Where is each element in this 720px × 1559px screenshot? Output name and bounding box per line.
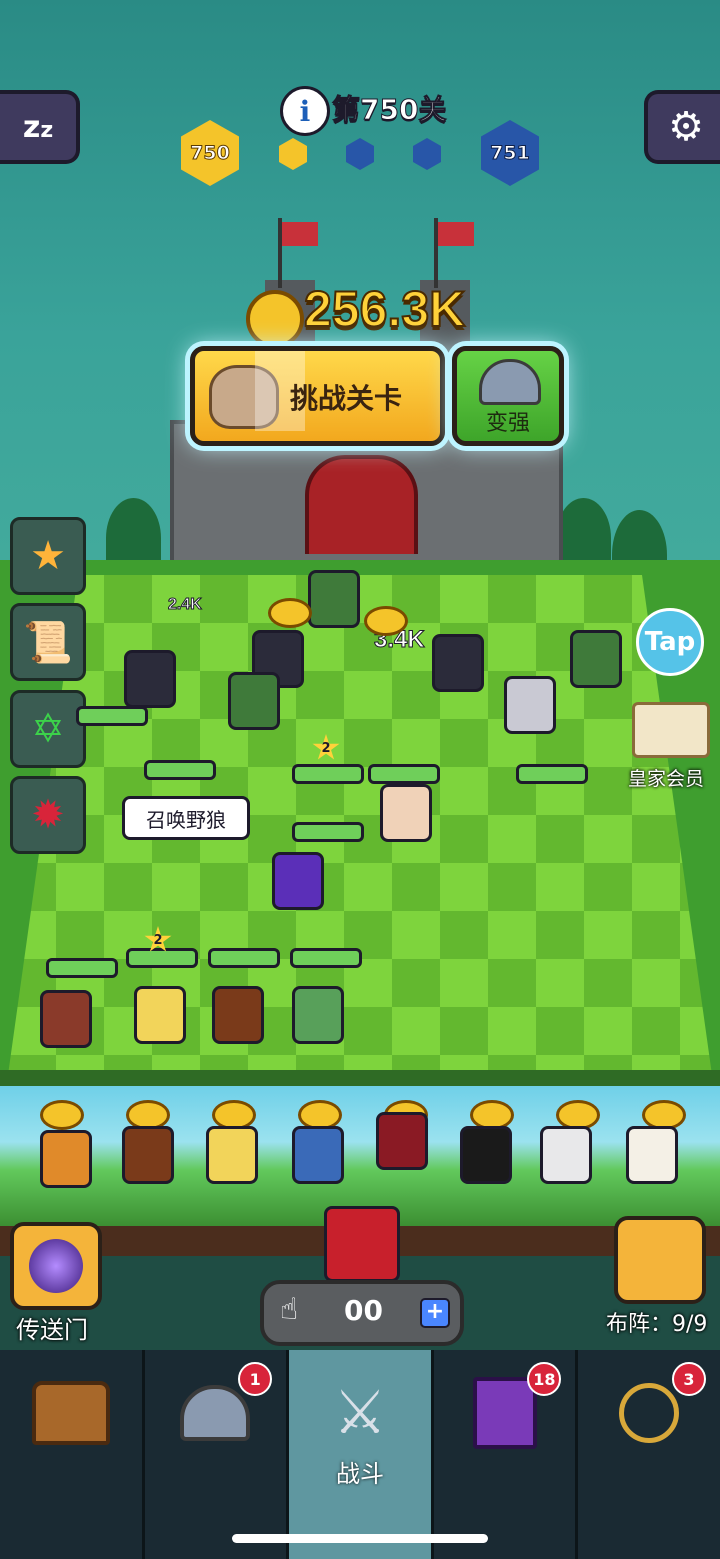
bench-unit[interactable] (206, 1126, 258, 1184)
health-bar (292, 764, 364, 784)
viking-helmet-icon (479, 359, 541, 405)
bench-unit[interactable] (376, 1112, 428, 1170)
home-indicator[interactable] (232, 1534, 488, 1543)
portal-button[interactable] (10, 1222, 102, 1310)
faction-button[interactable]: ✹ (10, 776, 86, 854)
portal-icon (29, 1239, 83, 1293)
royal-membership-card-icon[interactable] (632, 702, 710, 758)
enemy-unit (504, 676, 556, 734)
summon-count: 00 (344, 1294, 383, 1327)
castle-flag (282, 222, 318, 246)
nav-battle-label: 战斗 (335, 1460, 384, 1488)
health-bar (292, 822, 364, 842)
enemy-unit (124, 650, 176, 708)
formation-label: 布阵：9/9 (606, 1312, 708, 1337)
bench-coin-icon (40, 1100, 84, 1130)
castle-flag (438, 222, 474, 246)
ally-unit (292, 986, 344, 1044)
dragon-unit (324, 1206, 400, 1282)
add-button[interactable]: + (420, 1298, 450, 1328)
hexagram-icon: ✡ (31, 706, 65, 752)
nav-battle[interactable]: ⚔ 战斗 (289, 1350, 434, 1559)
coin-drop-icon (268, 598, 312, 628)
nav-heroes[interactable]: 1 (145, 1350, 290, 1559)
health-bar (516, 764, 588, 784)
formation-button[interactable] (614, 1216, 706, 1304)
scroll-icon: 📜 (23, 619, 73, 666)
challenge-level-button[interactable]: 挑战关卡 (190, 346, 445, 446)
bottom-nav: 1 ⚔ 战斗 18 3 (0, 1350, 720, 1559)
crossed-swords-icon: ⚔ (333, 1378, 387, 1448)
bench-unit[interactable] (292, 1126, 344, 1184)
zzz-icon: zz (22, 109, 54, 145)
bench-unit[interactable] (626, 1126, 678, 1184)
ally-unit (380, 784, 432, 842)
portal-label[interactable]: 传送门 (16, 1310, 88, 1345)
enemy-unit (432, 634, 484, 692)
treasure-chest-icon (31, 1378, 111, 1448)
ally-unit (40, 990, 92, 1048)
bench-unit[interactable] (540, 1126, 592, 1184)
upgrade-label: 变强 (485, 411, 530, 436)
summon-wolf-label: 召唤野狼 (122, 796, 250, 840)
health-bar (46, 958, 118, 978)
bench-unit[interactable] (460, 1126, 512, 1184)
synergy-button[interactable]: ✡ (10, 690, 86, 768)
gear-icon: ⚙ (668, 104, 704, 150)
health-bar (208, 948, 280, 968)
tap-hand-icon: ☝ (280, 1292, 299, 1327)
gold-total: 256.3K (303, 280, 466, 338)
castle-gate (305, 455, 418, 554)
notification-badge: 3 (671, 1362, 706, 1396)
enemy-unit (228, 672, 280, 730)
bench-area (0, 1086, 720, 1226)
level-title: 第750关 (331, 93, 447, 127)
upgrade-button[interactable]: 变强 (452, 346, 564, 446)
quest-scroll-button[interactable]: 📜 (10, 603, 86, 681)
health-bar (144, 760, 216, 780)
info-icon[interactable]: i (280, 86, 330, 136)
tap-bubble[interactable]: Tap (636, 608, 704, 676)
leaderboard-button[interactable]: ★ (10, 517, 86, 595)
settings-button[interactable]: ⚙ (644, 90, 720, 164)
gold-coin-icon (246, 290, 304, 348)
sleep-button[interactable]: zz (0, 90, 80, 164)
bench-unit[interactable] (40, 1130, 92, 1188)
nav-necklace[interactable]: 3 (578, 1350, 720, 1559)
notification-badge: 18 (527, 1362, 562, 1396)
nav-chest[interactable] (0, 1350, 145, 1559)
challenge-label: 挑战关卡 (290, 382, 403, 415)
notification-badge: 1 (238, 1362, 273, 1396)
trophy-podium-icon: ★ (30, 533, 66, 579)
enemy-unit (570, 630, 622, 688)
health-bar (76, 706, 148, 726)
summon-counter[interactable]: ☝ 00 + (260, 1280, 464, 1346)
ally-unit (272, 852, 324, 910)
enemy-unit (308, 570, 360, 628)
ally-unit (212, 986, 264, 1044)
bench-unit[interactable] (122, 1126, 174, 1184)
royal-membership-label[interactable]: 皇家会员 (628, 764, 704, 791)
red-emblem-icon: ✹ (31, 792, 65, 838)
damage-number: 2.4K (168, 596, 203, 614)
ally-unit (134, 986, 186, 1044)
nav-codex[interactable]: 18 (434, 1350, 579, 1559)
coin-drop-icon (364, 606, 408, 636)
health-bar (126, 948, 198, 968)
health-bar (290, 948, 362, 968)
board-edge (0, 1070, 720, 1086)
health-bar (368, 764, 440, 784)
